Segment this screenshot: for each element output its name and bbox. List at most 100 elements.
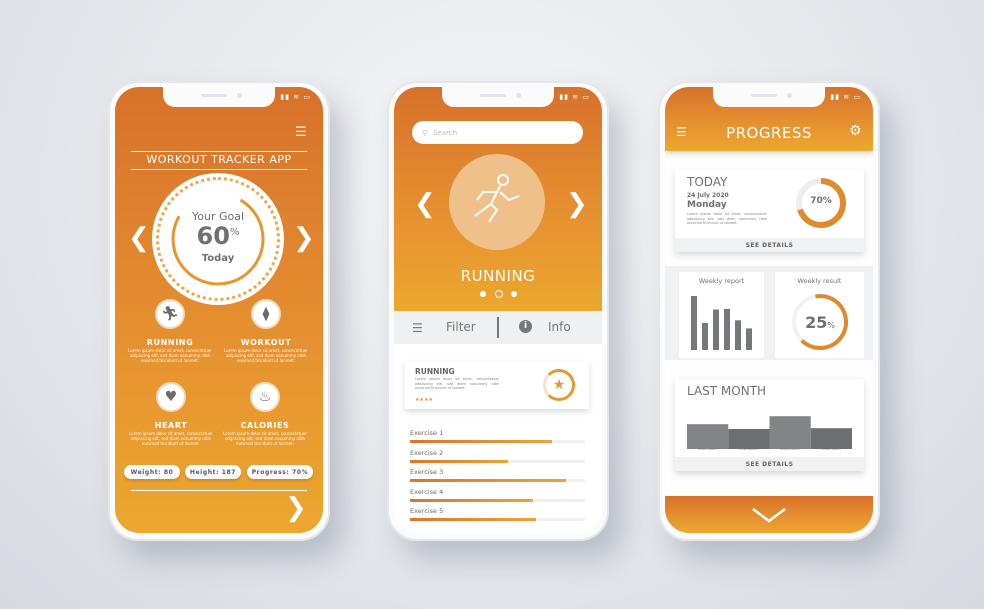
- flame-icon[interactable]: ♨: [250, 382, 280, 412]
- chevron-left-icon[interactable]: ❮: [414, 191, 436, 217]
- exercise-progress-bar: [410, 440, 585, 443]
- filter-button[interactable]: Filter: [446, 320, 476, 334]
- goal-dial: Your Goal 60% Today: [156, 177, 280, 301]
- phone-progress: ▮▮ ≋ ▭ ☰ PROGRESS ⚙ TODAY 24 July 2020 M…: [658, 81, 880, 541]
- weekly-bar: [702, 323, 708, 350]
- dumbbell-icon[interactable]: ⧫: [251, 299, 281, 329]
- next-chevron-icon[interactable]: ❯: [285, 495, 307, 521]
- weight-stat: Weight: 80: [124, 465, 180, 479]
- status-icons: ▮▮ ≋ ▭: [280, 93, 311, 101]
- search-placeholder: Search: [433, 128, 458, 137]
- tile-text: Lorem ipsum dolor sit amet, consectetuer…: [224, 348, 308, 363]
- notch: [442, 87, 554, 107]
- phone-running: ▮▮ ≋ ▭ ⚲ Search ❮ ❯ RUNNING ☰ Filter i In…: [387, 81, 609, 541]
- status-icons: ▮▮ ≋ ▭: [559, 93, 590, 101]
- tile-label: CALORIES: [240, 421, 290, 430]
- card-text: Lorem ipsum dolor sit amet, consectetuer…: [415, 377, 499, 390]
- weekly-report-title: Weekly report: [698, 277, 745, 285]
- tile-text: Lorem ipsum dolor sit amet, consectetuer…: [223, 431, 307, 446]
- exercise-label: Exercise 1: [410, 429, 444, 437]
- activity-title: RUNNING: [460, 267, 536, 285]
- today-text: Lorem ipsum dolor sit amet, consectetuer…: [687, 212, 767, 225]
- weekly-bar: [724, 308, 730, 350]
- weekly-report-chart: [691, 296, 752, 350]
- month-bar: [728, 429, 770, 449]
- weekly-bar: [691, 296, 697, 350]
- exercise-progress-bar: [410, 479, 585, 482]
- month-bar: [687, 424, 729, 449]
- chevron-down-icon[interactable]: [751, 506, 787, 524]
- info-icon[interactable]: i: [519, 320, 532, 333]
- exercise-progress-fill: [410, 518, 536, 521]
- star-badge-icon: ★: [543, 369, 575, 401]
- weekly-result-card: Weekly result 25%: [775, 272, 864, 358]
- today-heading: TODAY: [687, 175, 728, 189]
- exercise-progress-fill: [410, 440, 552, 443]
- search-input[interactable]: ⚲ Search: [412, 121, 583, 144]
- last-month-card: LAST MONTH Lorem ipsum Lorem ipsum Lorem i…: [675, 379, 864, 471]
- month-bar-label: Lorem ipsum: [821, 447, 842, 451]
- pager-dot[interactable]: [480, 291, 486, 297]
- see-details-button[interactable]: SEE DETAILS: [675, 457, 864, 471]
- weekly-result-value: 25: [805, 313, 828, 332]
- last-month-heading: LAST MONTH: [687, 384, 767, 398]
- chevron-right-icon[interactable]: ❯: [566, 191, 588, 217]
- filter-icon[interactable]: ☰: [412, 321, 423, 335]
- last-month-chart: [687, 416, 852, 449]
- tile-label: RUNNING: [146, 338, 194, 347]
- tile-text: Lorem ipsum dolor sit amet, consectetuer…: [129, 431, 213, 446]
- today-day: Monday: [687, 200, 727, 210]
- exercise-label: Exercise 4: [410, 487, 444, 496]
- screen: ▮▮ ≋ ▭ ☰ PROGRESS ⚙ TODAY 24 July 2020 M…: [665, 87, 873, 533]
- bottom-bar: [665, 496, 873, 533]
- gear-icon[interactable]: ⚙: [849, 123, 862, 139]
- today-percent: 70%: [810, 196, 832, 206]
- divider: [131, 169, 307, 170]
- divider: [497, 317, 499, 338]
- notch: [713, 87, 825, 107]
- today-card: TODAY 24 July 2020 Monday Lorem ipsum do…: [675, 170, 864, 252]
- see-details-button[interactable]: SEE DETAILS: [675, 238, 864, 252]
- exercise-progress-fill: [410, 479, 566, 482]
- page-title: PROGRESS: [726, 124, 812, 142]
- goal-value: 60: [196, 222, 230, 250]
- weekly-result-title: Weekly result: [797, 277, 842, 285]
- screen: ▮▮ ≋ ▭ ⚲ Search ❮ ❯ RUNNING ☰ Filter i In…: [394, 87, 602, 533]
- running-icon[interactable]: 🏃︎: [155, 299, 185, 329]
- exercise-label: Exercise 5: [410, 507, 444, 515]
- month-bar-label: Lorem ipsum: [697, 447, 718, 451]
- search-icon: ⚲: [422, 128, 428, 137]
- rating-stars: ★★★★: [415, 397, 433, 403]
- phone-workout-tracker: ▮▮ ≋ ▭ ☰ WORKOUT TRACKER APP ❮ ❯ Your Go…: [108, 81, 330, 541]
- exercise-label: Exercise 3: [410, 468, 444, 476]
- weekly-result-unit: %: [827, 321, 835, 330]
- chevron-right-icon[interactable]: ❯: [293, 225, 315, 251]
- goal-sub: Today: [201, 253, 235, 264]
- running-figure-icon: [449, 154, 545, 250]
- running-card[interactable]: RUNNING Lorem ipsum dolor sit amet, cons…: [405, 361, 589, 409]
- pager-dot[interactable]: [511, 291, 517, 297]
- weekly-bar: [746, 328, 752, 350]
- weekly-bar: [735, 320, 741, 350]
- weekly-report-card: Weekly report: [679, 272, 764, 358]
- app-title: WORKOUT TRACKER APP: [146, 153, 292, 166]
- tile-text: Lorem ipsum dolor sit amet, consectetuer…: [128, 348, 212, 363]
- month-bar-label: Lorem ipsum: [780, 447, 800, 451]
- filter-bar: ☰ Filter i Info: [394, 311, 602, 344]
- progress-stat: Progress: 70%: [247, 465, 313, 479]
- exercise-progress-bar: [410, 498, 585, 502]
- exercise-progress-bar: [410, 518, 585, 521]
- month-bar: [769, 416, 811, 449]
- exercise-progress-fill: [410, 498, 533, 502]
- heart-icon[interactable]: ♥: [156, 382, 186, 412]
- height-stat: Height: 187: [185, 465, 241, 479]
- pager-dot-active[interactable]: [495, 290, 503, 298]
- divider: [131, 490, 307, 491]
- menu-icon[interactable]: ☰: [295, 125, 307, 140]
- weekly-section: Weekly report Weekly result 25%: [665, 266, 873, 360]
- info-button[interactable]: Info: [548, 320, 571, 334]
- goal-unit: %: [229, 227, 240, 238]
- tile-label: HEART: [154, 421, 188, 430]
- chevron-left-icon[interactable]: ❮: [128, 225, 150, 251]
- exercise-progress-bar: [410, 459, 585, 463]
